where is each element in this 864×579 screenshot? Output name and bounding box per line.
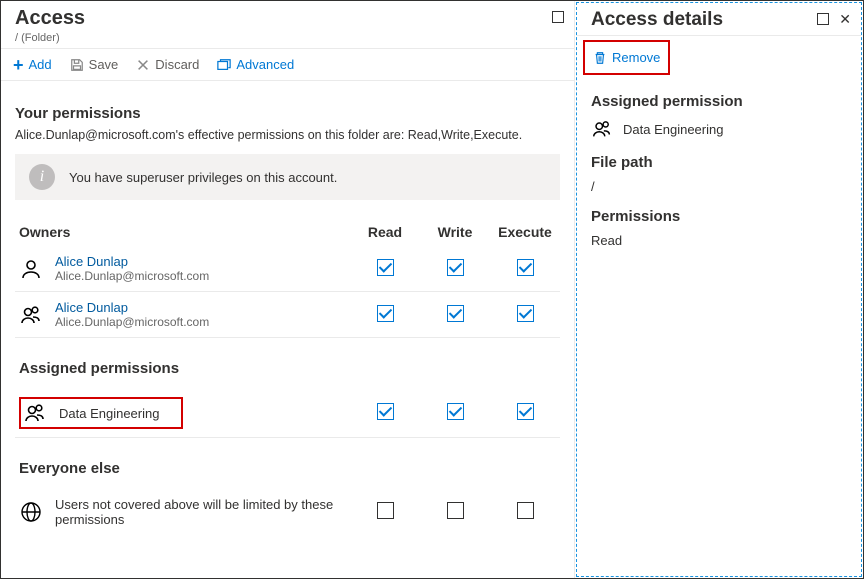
remove-button[interactable]: Remove: [593, 50, 660, 65]
info-banner: i You have superuser privileges on this …: [15, 154, 560, 200]
assigned-permission-heading: Assigned permission: [591, 93, 847, 110]
read-checkbox[interactable]: [377, 305, 394, 322]
assigned-name[interactable]: Data Engineering: [59, 406, 159, 421]
write-checkbox[interactable]: [447, 305, 464, 322]
execute-checkbox[interactable]: [517, 259, 534, 276]
owners-table: Owners Read Write Execute Alice DunlapAl…: [15, 218, 560, 535]
read-checkbox[interactable]: [377, 403, 394, 420]
group-icon: [591, 118, 613, 140]
globe-icon: [19, 500, 43, 524]
trash-icon: [593, 51, 607, 65]
owner-name[interactable]: Alice Dunlap: [55, 254, 209, 269]
save-icon: [70, 58, 84, 72]
write-checkbox[interactable]: [447, 259, 464, 276]
group-icon: [23, 401, 47, 425]
file-path-value: /: [591, 179, 847, 194]
your-permissions-heading: Your permissions: [15, 105, 560, 122]
read-checkbox[interactable]: [377, 259, 394, 276]
execute-checkbox[interactable]: [517, 403, 534, 420]
maximize-icon[interactable]: [817, 13, 829, 25]
access-panel: Access / (Folder) +Add Save Discard Adva…: [1, 1, 575, 578]
discard-button[interactable]: Discard: [136, 57, 199, 72]
owner-email: Alice.Dunlap@microsoft.com: [55, 269, 209, 283]
table-row: Alice DunlapAlice.Dunlap@microsoft.com: [15, 292, 560, 338]
effective-permissions-text: Alice.Dunlap@microsoft.com's effective p…: [15, 128, 560, 142]
info-icon: i: [29, 164, 55, 190]
discard-icon: [136, 58, 150, 72]
add-button[interactable]: +Add: [13, 57, 52, 72]
col-read: Read: [350, 218, 420, 246]
highlighted-entity: Data Engineering: [19, 397, 183, 429]
col-execute: Execute: [490, 218, 560, 246]
owner-name[interactable]: Alice Dunlap: [55, 300, 209, 315]
table-row: Alice DunlapAlice.Dunlap@microsoft.com: [15, 246, 560, 292]
permissions-value: Read: [591, 233, 847, 248]
access-header: Access / (Folder): [1, 1, 574, 49]
table-row: Data Engineering: [15, 389, 560, 438]
write-checkbox[interactable]: [447, 403, 464, 420]
close-icon[interactable]: ✕: [839, 13, 851, 25]
file-path-heading: File path: [591, 154, 847, 171]
read-checkbox[interactable]: [377, 502, 394, 519]
col-owners: Owners: [15, 218, 350, 246]
maximize-icon[interactable]: [552, 11, 564, 23]
plus-icon: +: [13, 58, 24, 72]
assigned-permissions-heading: Assigned permissions: [19, 346, 556, 381]
assigned-name: Data Engineering: [623, 122, 723, 137]
advanced-button[interactable]: Advanced: [217, 57, 294, 72]
write-checkbox[interactable]: [447, 502, 464, 519]
assigned-entity: Data Engineering: [591, 118, 847, 140]
group-icon: [19, 303, 43, 327]
toolbar: +Add Save Discard Advanced: [1, 49, 574, 81]
everyone-heading: Everyone else: [19, 446, 556, 481]
execute-checkbox[interactable]: [517, 305, 534, 322]
details-header: Access details ✕: [577, 3, 861, 36]
breadcrumb: / (Folder): [15, 32, 85, 44]
col-write: Write: [420, 218, 490, 246]
table-row: Users not covered above will be limited …: [15, 489, 560, 535]
save-button[interactable]: Save: [70, 57, 119, 72]
everyone-text: Users not covered above will be limited …: [55, 497, 335, 527]
advanced-icon: [217, 58, 231, 72]
person-icon: [19, 257, 43, 281]
panel-title: Access: [15, 7, 85, 30]
details-title: Access details: [591, 9, 723, 31]
info-text: You have superuser privileges on this ac…: [69, 170, 337, 185]
remove-button-highlight: Remove: [583, 40, 670, 75]
permissions-heading: Permissions: [591, 208, 847, 225]
owner-email: Alice.Dunlap@microsoft.com: [55, 315, 209, 329]
details-panel: Access details ✕ Remove Assigned permiss…: [576, 2, 862, 577]
execute-checkbox[interactable]: [517, 502, 534, 519]
